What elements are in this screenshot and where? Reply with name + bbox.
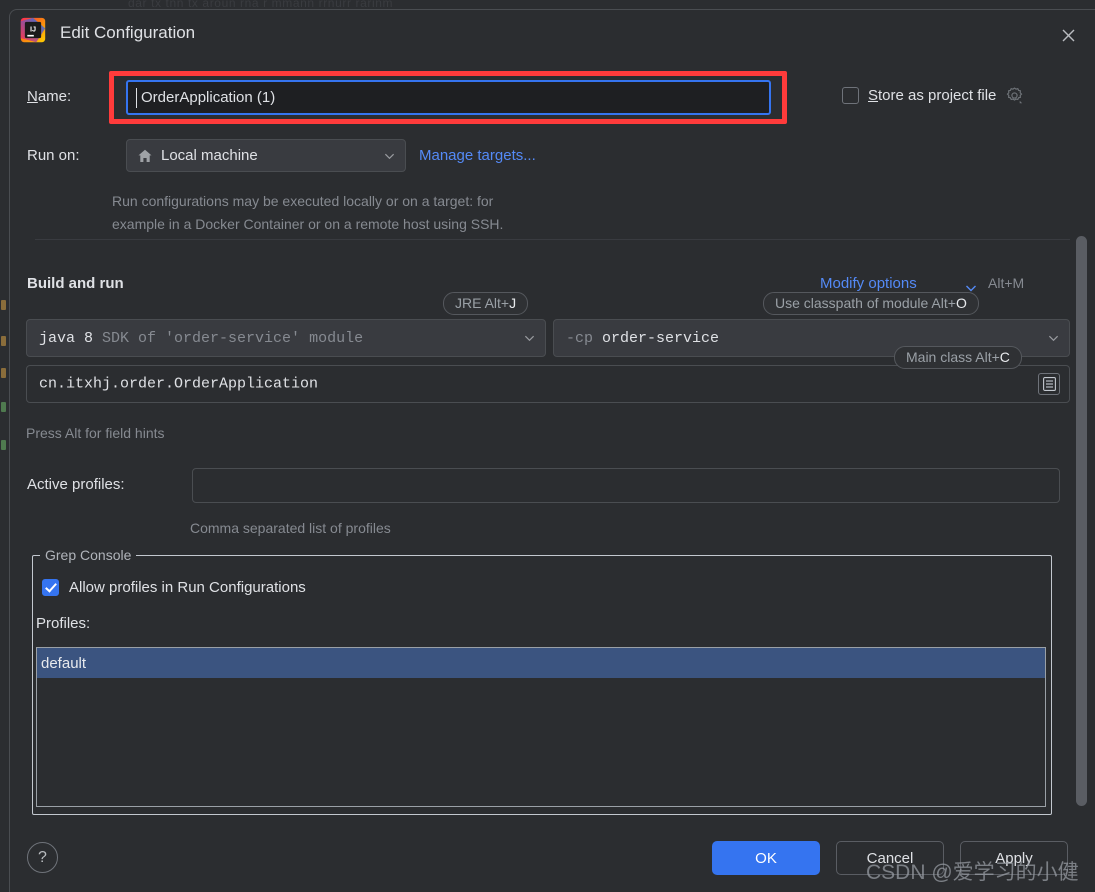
modify-options-link[interactable]: Modify options xyxy=(820,275,917,292)
list-item-label: default xyxy=(41,654,87,672)
ok-button[interactable]: OK xyxy=(712,841,820,875)
name-label-rest: ame: xyxy=(37,88,72,105)
run-on-hint-line-1: Run configurations may be executed local… xyxy=(112,193,494,209)
help-button[interactable]: ? xyxy=(27,842,58,873)
classpath-prefix: -cp xyxy=(566,329,594,347)
run-on-hint-line-2: example in a Docker Container or on a re… xyxy=(112,216,504,232)
dialog-titlebar: IJ Edit Configuration xyxy=(10,10,1095,60)
allow-profiles-row[interactable]: Allow profiles in Run Configurations xyxy=(42,579,306,596)
classpath-value: -cp order-service xyxy=(566,330,719,347)
edit-configuration-screenshot: dar tx tnn tx aroun rna r mmann rrnurr r… xyxy=(0,0,1095,892)
active-profiles-hint: Comma separated list of profiles xyxy=(190,520,391,536)
dialog-title: Edit Configuration xyxy=(60,23,196,42)
classpath-tooltip-key: O xyxy=(955,295,967,311)
cancel-button-label: Cancel xyxy=(866,849,914,867)
run-on-target-dropdown[interactable]: Local machine xyxy=(126,139,406,172)
run-on-label: Run on: xyxy=(27,147,80,164)
profiles-label: Profiles: xyxy=(36,615,91,632)
name-input-value: OrderApplication (1) xyxy=(141,89,276,106)
home-icon xyxy=(138,149,152,162)
store-as-project-file-checkbox[interactable] xyxy=(842,87,859,104)
jre-dropdown[interactable]: java 8 SDK of 'order-service' module xyxy=(26,319,546,357)
modify-options-shortcut: Alt+M xyxy=(988,275,1025,291)
chevron-down-icon xyxy=(524,335,535,342)
active-profiles-label: Active profiles: xyxy=(27,476,125,493)
chevron-down-icon xyxy=(1048,335,1059,342)
classpath-module: order-service xyxy=(602,329,720,347)
classpath-tooltip-text: Use classpath of module Alt+ xyxy=(775,295,956,311)
profiles-listbox[interactable]: default xyxy=(36,647,1046,807)
chevron-down-icon xyxy=(384,153,395,159)
store-label-rest: tore as project file xyxy=(878,87,997,104)
list-browse-icon xyxy=(1042,377,1056,391)
classpath-space xyxy=(593,330,602,347)
ide-background-left xyxy=(0,0,9,892)
close-icon[interactable] xyxy=(1055,22,1081,48)
store-as-project-file-label: Store as project file xyxy=(868,87,996,104)
name-label-mnemonic: N xyxy=(27,88,38,105)
apply-button[interactable]: Apply xyxy=(960,841,1068,875)
allow-profiles-checkbox[interactable] xyxy=(42,579,59,596)
editor-marker xyxy=(1,336,6,346)
grep-console-group-title: Grep Console xyxy=(40,547,137,563)
jre-tooltip-text: JRE Alt+ xyxy=(455,295,510,311)
jre-value-desc: SDK of 'order-service' module xyxy=(102,329,364,347)
jre-value: java 8 SDK of 'order-service' module xyxy=(39,330,363,347)
name-label: Name: xyxy=(27,88,71,105)
ok-button-label: OK xyxy=(755,849,777,867)
build-and-run-title: Build and run xyxy=(27,275,124,292)
help-icon: ? xyxy=(38,848,47,866)
editor-marker xyxy=(1,368,6,378)
main-class-browse-button[interactable] xyxy=(1038,373,1060,395)
main-class-tooltip-key: C xyxy=(999,349,1010,365)
svg-text:IJ: IJ xyxy=(30,25,36,34)
edit-configuration-dialog: IJ Edit Configuration Name: OrderApplica… xyxy=(9,9,1095,892)
active-profiles-input[interactable] xyxy=(192,468,1060,503)
classpath-shortcut-tooltip: Use classpath of module Alt+O xyxy=(763,292,979,315)
cancel-button[interactable]: Cancel xyxy=(836,841,944,875)
jre-value-dim xyxy=(93,330,102,347)
section-divider xyxy=(35,239,1070,240)
jre-value-bold: java 8 xyxy=(39,329,94,347)
jre-shortcut-tooltip: JRE Alt+J xyxy=(443,292,529,315)
content-scrollbar-thumb[interactable] xyxy=(1076,236,1087,806)
ide-background-top: dar tx tnn tx aroun rna r mmann rrnurr r… xyxy=(0,0,1095,10)
text-caret xyxy=(136,88,137,108)
jre-tooltip-key: J xyxy=(509,295,517,311)
editor-marker xyxy=(1,300,6,310)
run-on-target-value: Local machine xyxy=(161,147,258,164)
field-hints-text: Press Alt for field hints xyxy=(26,425,165,441)
gear-icon[interactable] xyxy=(1005,86,1024,105)
manage-targets-link[interactable]: Manage targets... xyxy=(419,147,536,164)
store-as-project-file-row[interactable]: Store as project file xyxy=(842,86,1024,105)
main-class-value: cn.itxhj.order.OrderApplication xyxy=(39,375,319,393)
list-item[interactable]: default xyxy=(37,648,1045,678)
name-input[interactable]: OrderApplication (1) xyxy=(126,80,771,115)
allow-profiles-label: Allow profiles in Run Configurations xyxy=(69,579,306,596)
intellij-idea-logo-icon: IJ xyxy=(20,17,46,43)
editor-marker xyxy=(1,440,6,450)
close-glyph xyxy=(1062,29,1074,41)
store-label-mnemonic: S xyxy=(868,87,879,104)
apply-button-label: Apply xyxy=(995,849,1033,867)
main-class-input[interactable]: cn.itxhj.order.OrderApplication xyxy=(26,365,1070,403)
main-class-tooltip-text: Main class Alt+ xyxy=(906,349,1000,365)
editor-marker xyxy=(1,402,6,412)
main-class-shortcut-tooltip: Main class Alt+C xyxy=(894,346,1022,369)
